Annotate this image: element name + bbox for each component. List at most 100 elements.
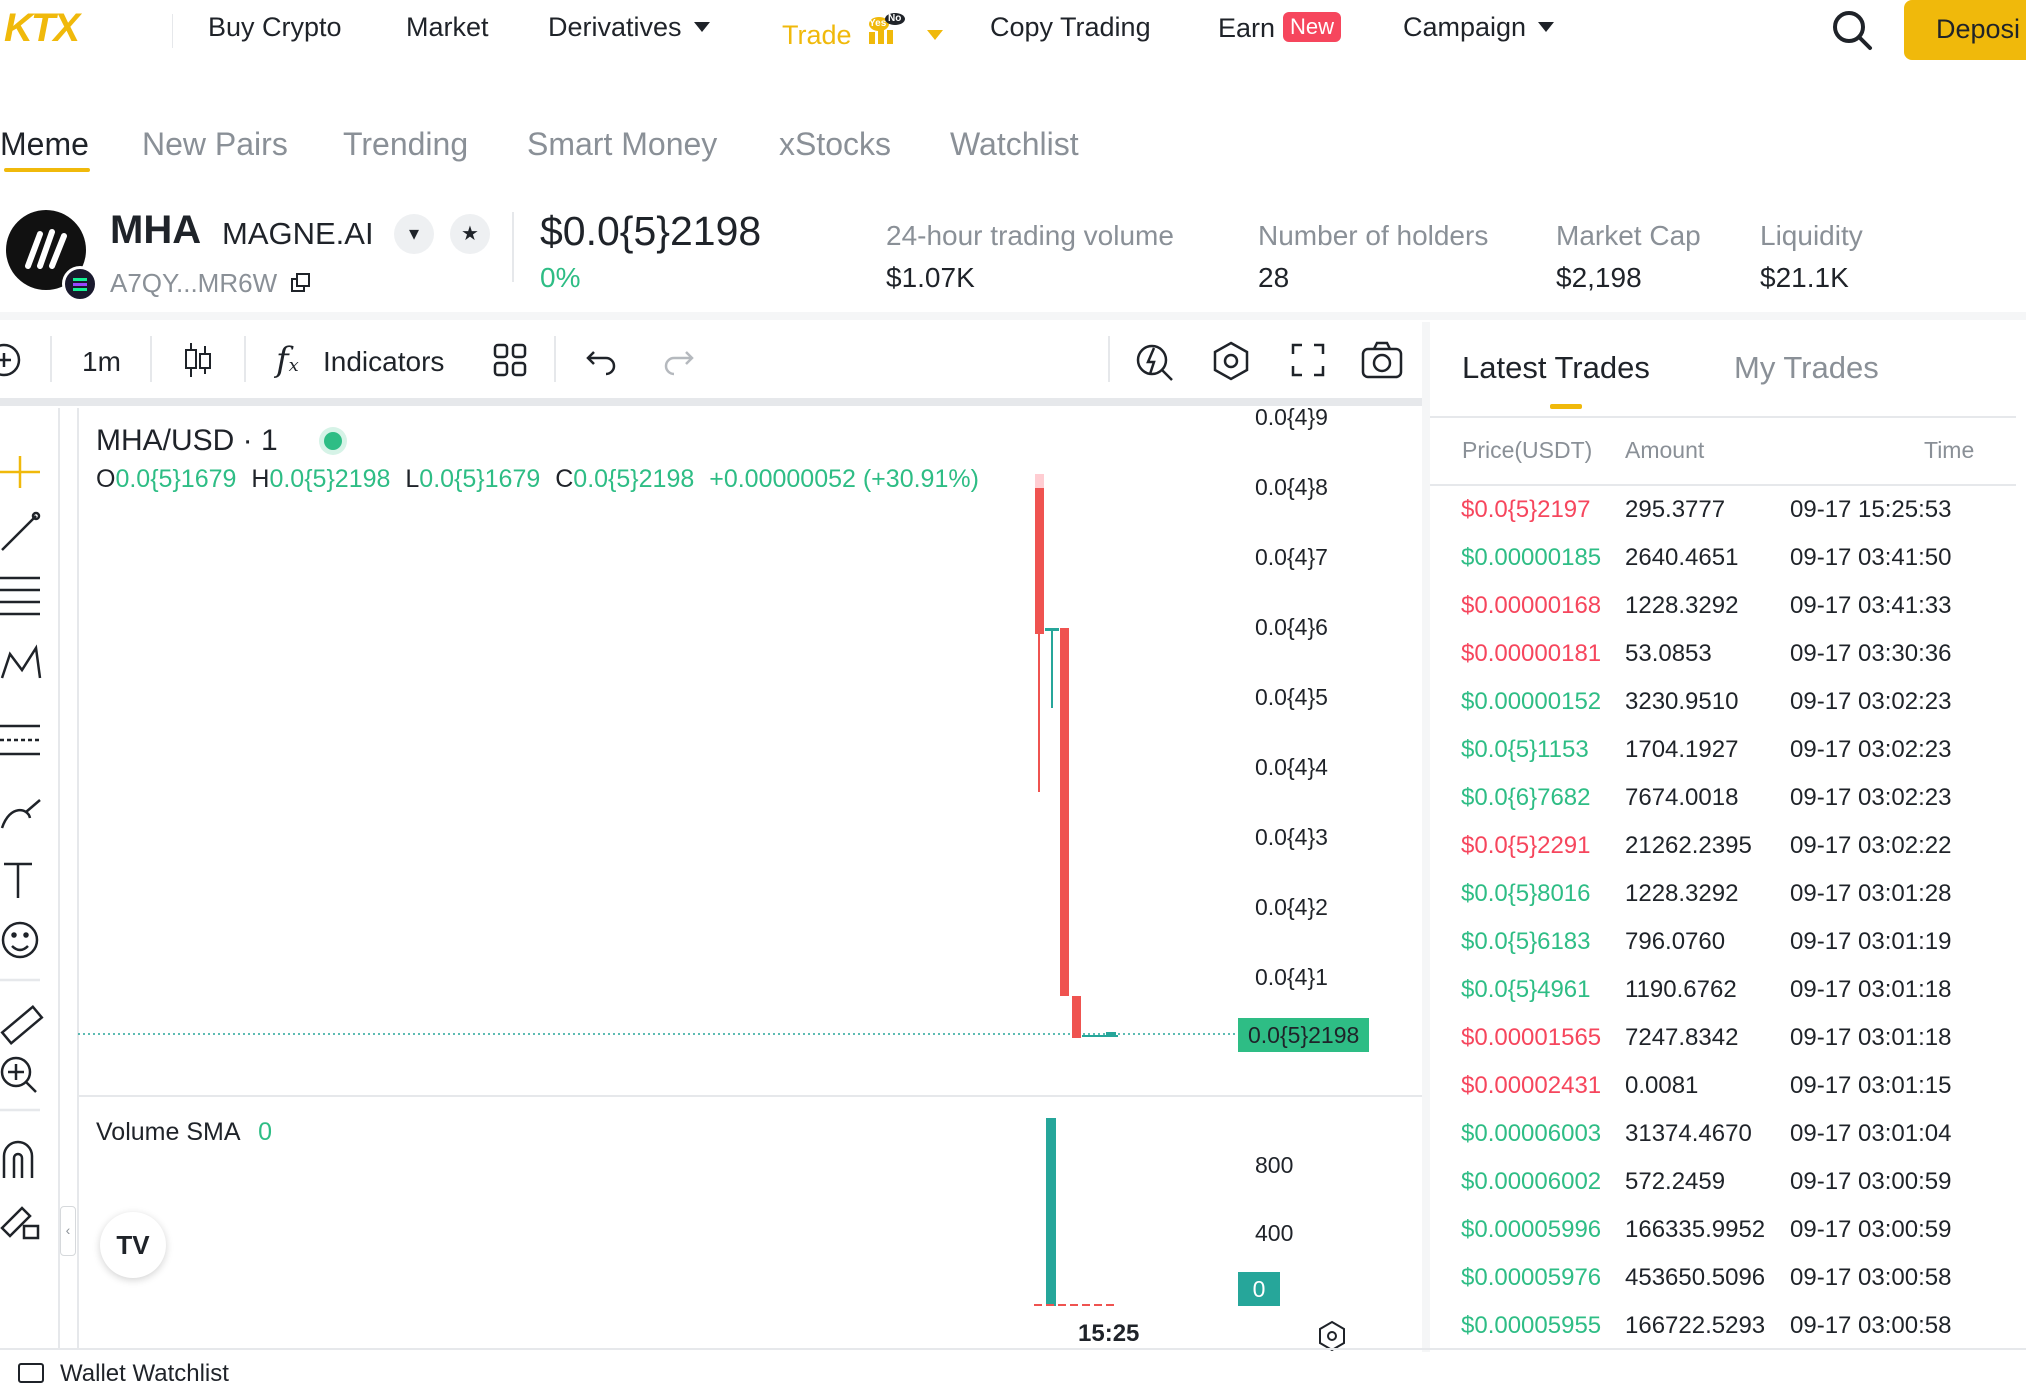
price-tick: 0.0{4}4	[1255, 754, 1328, 780]
last-price-tag: 0.0{5}2198	[1238, 1018, 1370, 1052]
trade-amount: 7674.0018	[1625, 784, 1739, 811]
trade-price: $0.00000185	[1461, 544, 1602, 571]
trade-time: 09-17 15:25:53	[1790, 496, 1952, 523]
axis-settings-icon[interactable]	[1316, 1320, 1348, 1357]
volume-tag: 0	[1238, 1272, 1280, 1306]
trade-amount: 166722.5293	[1625, 1312, 1766, 1339]
trade-time: 09-17 03:00:59	[1790, 1168, 1952, 1195]
trade-time: 09-17 03:01:04	[1790, 1120, 1952, 1147]
wallet-watchlist-label: Wallet Watchlist	[60, 1360, 229, 1387]
trade-row: $0.00000185 2640.4651 09-17 03:41:50	[1461, 544, 1981, 592]
trade-amount: 7247.8342	[1625, 1024, 1739, 1051]
trade-price: $0.0{5}8016	[1461, 880, 1591, 907]
trade-price: $0.00005996	[1461, 1216, 1602, 1243]
trade-price: $0.00005976	[1461, 1264, 1602, 1291]
trade-time: 09-17 03:41:50	[1790, 544, 1952, 571]
volume-label: Volume SMA	[96, 1118, 240, 1146]
trade-price: $0.00002431	[1461, 1072, 1602, 1099]
trade-row: $0.0{5}6183 796.0760 09-17 03:01:19	[1461, 928, 1981, 976]
col-time-header: Time	[1924, 437, 1975, 463]
trade-time: 09-17 03:00:58	[1790, 1264, 1952, 1291]
trade-row: $0.00005955 166722.5293 09-17 03:00:58	[1461, 1312, 1981, 1360]
trade-time: 09-17 03:01:15	[1790, 1072, 1952, 1099]
time-axis-label: 15:25	[1078, 1320, 1140, 1347]
price-tick: 0.0{4}7	[1255, 544, 1328, 570]
trade-time: 09-17 03:30:36	[1790, 640, 1952, 667]
candle	[1045, 628, 1059, 631]
trades-tab-border	[1430, 416, 2016, 418]
trade-row: $0.00000181 53.0853 09-17 03:30:36	[1461, 640, 1981, 688]
trade-time: 09-17 03:00:59	[1790, 1216, 1952, 1243]
volume-legend: Volume SMA 0	[96, 1118, 272, 1147]
trade-time: 09-17 03:41:33	[1790, 592, 1952, 619]
trade-amount: 1228.3292	[1625, 592, 1739, 619]
tradingview-logo[interactable]: TV	[100, 1212, 166, 1278]
trade-time: 09-17 03:02:23	[1790, 784, 1952, 811]
trade-time: 09-17 03:02:23	[1790, 736, 1952, 763]
col-price-header: Price(USDT)	[1462, 437, 1593, 463]
trade-time: 09-17 03:00:58	[1790, 1312, 1952, 1339]
trade-row: $0.0{5}2291 21262.2395 09-17 03:02:22	[1461, 832, 1981, 880]
trade-row: $0.00000152 3230.9510 09-17 03:02:23	[1461, 688, 1981, 736]
trade-amount: 572.2459	[1625, 1168, 1726, 1195]
candle	[1072, 996, 1081, 1038]
price-tick: 0.0{4}1	[1255, 964, 1328, 990]
trade-amount: 166335.9952	[1625, 1216, 1766, 1243]
trade-amount: 1228.3292	[1625, 880, 1739, 907]
volume-bar	[1046, 1118, 1056, 1306]
trade-price: $0.00000181	[1461, 640, 1602, 667]
watchlist-icon	[18, 1363, 44, 1383]
candle	[1106, 1032, 1116, 1036]
volume-value: 0	[258, 1118, 272, 1146]
trade-price: $0.0{5}2291	[1461, 832, 1591, 859]
trade-price: $0.00005955	[1461, 1312, 1602, 1339]
trade-time: 09-17 03:01:28	[1790, 880, 1952, 907]
trade-price: $0.0{5}6183	[1461, 928, 1591, 955]
price-tick: 0.0{4}9	[1255, 404, 1328, 430]
trade-price: $0.0{5}1153	[1461, 736, 1589, 763]
trade-row: $0.0{5}8016 1228.3292 09-17 03:01:28	[1461, 880, 1981, 928]
trade-amount: 1704.1927	[1625, 736, 1739, 763]
trade-time: 09-17 03:01:19	[1790, 928, 1952, 955]
volume-tick: 400	[1255, 1220, 1294, 1246]
trade-row: $0.00000168 1228.3292 09-17 03:41:33	[1461, 592, 1981, 640]
trade-price: $0.00001565	[1461, 1024, 1602, 1051]
trade-price: $0.00000152	[1461, 688, 1602, 715]
trade-amount: 31374.4670	[1625, 1120, 1752, 1147]
trade-amount: 1190.6762	[1625, 976, 1737, 1003]
trade-price: $0.00000168	[1461, 592, 1602, 619]
trade-price: $0.0{5}4961	[1461, 976, 1591, 1003]
volume-tick: 800	[1255, 1152, 1294, 1178]
price-tick: 0.0{4}5	[1255, 684, 1328, 710]
trade-row: $0.00002431 0.0081 09-17 03:01:15	[1461, 1072, 1981, 1120]
col-amount-header: Amount	[1625, 437, 1705, 463]
trades-tab-underline	[1550, 404, 1582, 409]
trade-row: $0.0{6}7682 7674.0018 09-17 03:02:23	[1461, 784, 1981, 832]
trades-header-border	[1430, 484, 2016, 486]
trade-time: 09-17 03:01:18	[1790, 1024, 1952, 1051]
trade-price: $0.0{5}2197	[1461, 496, 1591, 523]
trade-price: $0.00006002	[1461, 1168, 1602, 1195]
trade-amount: 295.3777	[1625, 496, 1726, 523]
collapse-toolbar-handle[interactable]: ‹	[60, 1206, 76, 1256]
trade-amount: 453650.5096	[1625, 1264, 1766, 1291]
trade-time: 09-17 03:01:18	[1790, 976, 1952, 1003]
trade-amount: 796.0760	[1625, 928, 1726, 955]
trade-price: $0.0{6}7682	[1461, 784, 1591, 811]
trade-row: $0.0{5}4961 1190.6762 09-17 03:01:18	[1461, 976, 1981, 1024]
tab-latest-trades[interactable]: Latest Trades	[1462, 350, 1650, 386]
wallet-watchlist-bar[interactable]: Wallet Watchlist	[18, 1360, 229, 1388]
trade-row: $0.00005976 453650.5096 09-17 03:00:58	[1461, 1264, 1981, 1312]
trade-row: $0.00006002 572.2459 09-17 03:00:59	[1461, 1168, 1981, 1216]
trade-amount: 0.0081	[1625, 1072, 1699, 1099]
candle	[1060, 628, 1069, 996]
trade-row: $0.00006003 31374.4670 09-17 03:01:04	[1461, 1120, 1981, 1168]
trade-time: 09-17 03:02:23	[1790, 688, 1952, 715]
trade-row: $0.0{5}2197 295.3777 09-17 15:25:53	[1461, 496, 1981, 544]
price-tick: 0.0{4}6	[1255, 614, 1328, 640]
tab-my-trades[interactable]: My Trades	[1734, 350, 1879, 386]
trade-row: $0.0{5}1153 1704.1927 09-17 03:02:23	[1461, 736, 1981, 784]
trade-amount: 53.0853	[1625, 640, 1712, 667]
price-tick: 0.0{4}8	[1255, 474, 1328, 500]
trade-amount: 3230.9510	[1625, 688, 1739, 715]
